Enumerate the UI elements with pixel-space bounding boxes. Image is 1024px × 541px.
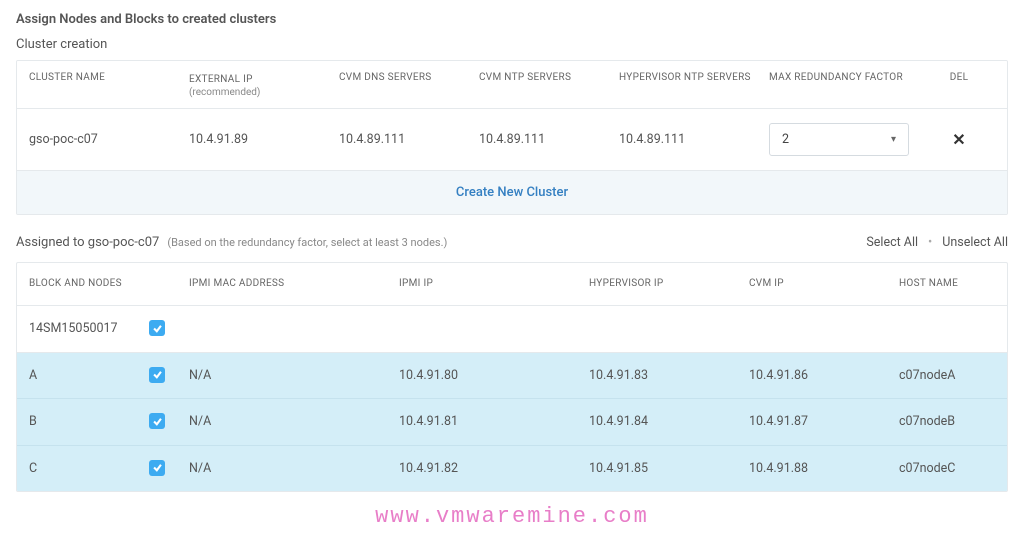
node-hyp-ip: 10.4.91.83 xyxy=(589,368,749,383)
node-host: c07nodeB xyxy=(899,414,995,429)
node-ipmi-mac: N/A xyxy=(189,414,399,429)
cluster-name-value: gso-poc-c07 xyxy=(29,132,189,147)
check-icon xyxy=(152,323,163,334)
cluster-header-row: CLUSTER NAME EXTERNAL IP (recommended) C… xyxy=(17,61,1007,109)
hyp-ntp-value: 10.4.89.111 xyxy=(619,132,769,147)
header-external-ip-sub: (recommended) xyxy=(189,87,339,98)
delete-cluster-button[interactable]: ✕ xyxy=(952,130,965,149)
nodes-table: BLOCK AND NODES IPMI MAC ADDRESS IPMI IP… xyxy=(16,262,1008,492)
node-label: C xyxy=(29,461,149,476)
select-all-button[interactable]: Select All xyxy=(866,235,918,250)
node-checkbox[interactable] xyxy=(149,460,165,476)
header-cvm-ntp: CVM NTP SERVERS xyxy=(479,71,619,98)
node-host: c07nodeA xyxy=(899,368,995,383)
header-ipmi-mac: IPMI MAC ADDRESS xyxy=(189,277,399,291)
node-row: C N/A 10.4.91.82 10.4.91.85 10.4.91.88 c… xyxy=(17,446,1007,492)
node-ipmi-ip: 10.4.91.80 xyxy=(399,368,589,383)
assigned-header: Assigned to gso-poc-c07 (Based on the re… xyxy=(16,235,1008,250)
assigned-hint: (Based on the redundancy factor, select … xyxy=(167,236,447,249)
chevron-down-icon: ▾ xyxy=(891,134,896,145)
page-title: Assign Nodes and Blocks to created clust… xyxy=(16,12,1008,27)
unselect-all-button[interactable]: Unselect All xyxy=(942,235,1008,250)
node-row: B N/A 10.4.91.81 10.4.91.84 10.4.91.87 c… xyxy=(17,399,1007,446)
node-hyp-ip: 10.4.91.85 xyxy=(589,461,749,476)
node-label: B xyxy=(29,414,149,429)
create-cluster-button[interactable]: Create New Cluster xyxy=(456,185,568,200)
header-block: BLOCK AND NODES xyxy=(29,277,149,291)
node-ipmi-mac: N/A xyxy=(189,461,399,476)
node-cvm-ip: 10.4.91.86 xyxy=(749,368,899,383)
check-icon xyxy=(152,416,163,427)
redundancy-select[interactable]: 2 ▾ xyxy=(769,123,909,156)
header-hyp-ip: HYPERVISOR IP xyxy=(589,277,749,291)
node-cvm-ip: 10.4.91.87 xyxy=(749,414,899,429)
header-redundancy: MAX REDUNDANCY FACTOR xyxy=(769,71,939,98)
watermark: www.vmwaremine.com xyxy=(16,504,1008,529)
create-cluster-row: Create New Cluster xyxy=(17,171,1007,214)
header-host: HOST NAME xyxy=(899,277,995,291)
header-cvm-dns: CVM DNS SERVERS xyxy=(339,71,479,98)
header-hyp-ntp: HYPERVISOR NTP SERVERS xyxy=(619,71,769,98)
cluster-row: gso-poc-c07 10.4.91.89 10.4.89.111 10.4.… xyxy=(17,109,1007,171)
node-row: A N/A 10.4.91.80 10.4.91.83 10.4.91.86 c… xyxy=(17,353,1007,400)
header-del: DEL xyxy=(939,71,979,98)
redundancy-value: 2 xyxy=(782,132,789,147)
cvm-ntp-value: 10.4.89.111 xyxy=(479,132,619,147)
external-ip-value: 10.4.91.89 xyxy=(189,132,339,147)
check-icon xyxy=(152,462,163,473)
header-cvm-ip: CVM IP xyxy=(749,277,899,291)
node-cvm-ip: 10.4.91.88 xyxy=(749,461,899,476)
node-ipmi-mac: N/A xyxy=(189,368,399,383)
node-ipmi-ip: 10.4.91.81 xyxy=(399,414,589,429)
node-checkbox[interactable] xyxy=(149,413,165,429)
header-ipmi-ip: IPMI IP xyxy=(399,277,589,291)
header-external-ip: EXTERNAL IP xyxy=(189,74,253,85)
node-hyp-ip: 10.4.91.84 xyxy=(589,414,749,429)
block-checkbox[interactable] xyxy=(149,320,165,336)
header-cluster-name: CLUSTER NAME xyxy=(29,71,189,98)
cvm-dns-value: 10.4.89.111 xyxy=(339,132,479,147)
node-host: c07nodeC xyxy=(899,461,995,476)
check-icon xyxy=(152,369,163,380)
cluster-creation-title: Cluster creation xyxy=(16,37,1008,52)
cluster-table: CLUSTER NAME EXTERNAL IP (recommended) C… xyxy=(16,60,1008,215)
node-label: A xyxy=(29,368,149,383)
node-checkbox[interactable] xyxy=(149,367,165,383)
nodes-header-row: BLOCK AND NODES IPMI MAC ADDRESS IPMI IP… xyxy=(17,263,1007,306)
block-id: 14SM15050017 xyxy=(29,321,149,336)
block-row: 14SM15050017 xyxy=(17,306,1007,353)
node-ipmi-ip: 10.4.91.82 xyxy=(399,461,589,476)
assigned-title: Assigned to gso-poc-c07 xyxy=(16,235,159,250)
separator-dot: • xyxy=(928,235,932,250)
